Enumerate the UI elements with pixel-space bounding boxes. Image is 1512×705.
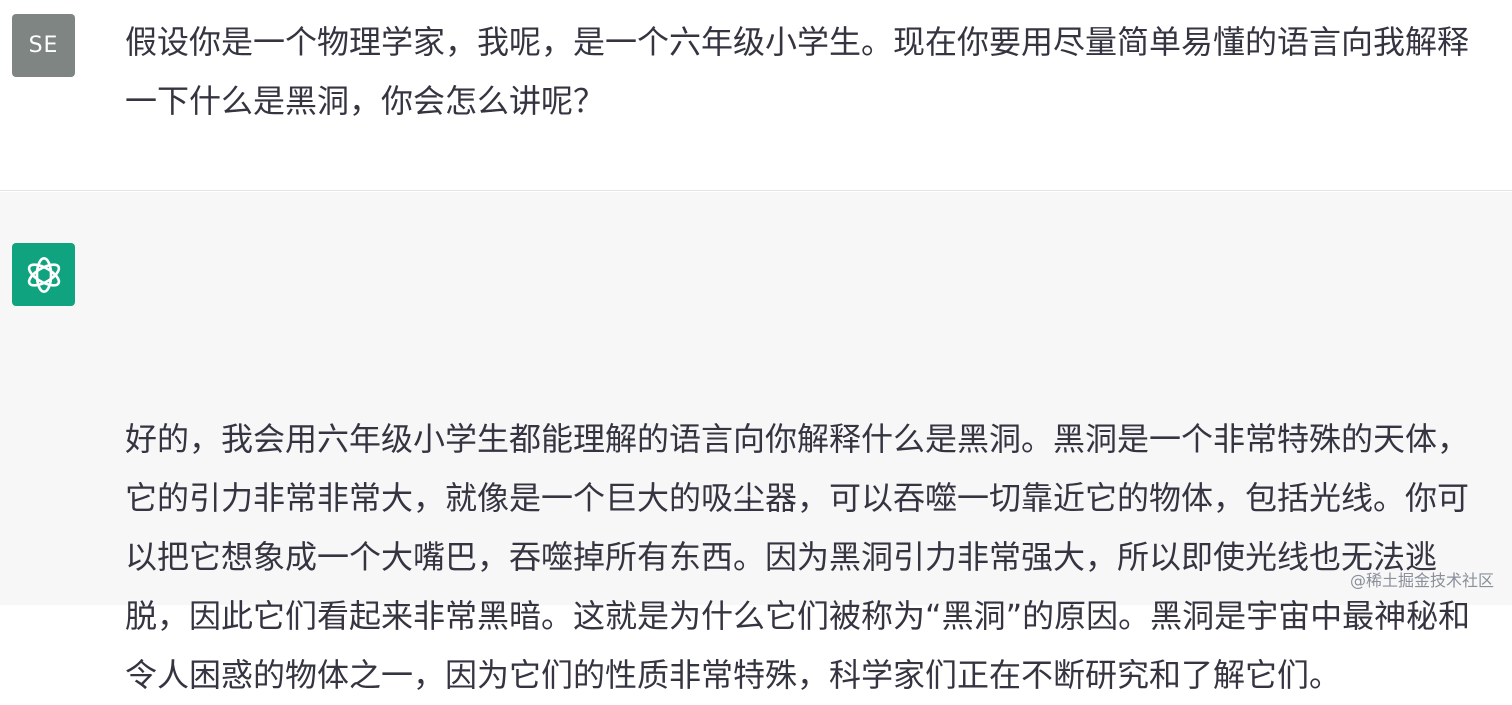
user-message-row: SE 假设你是一个物理学家，我呢，是一个六年级小学生。现在你要用尽量简单易懂的语… [0,0,1512,191]
watermark: @稀土掘金技术社区 [1349,571,1494,590]
user-avatar: SE [12,14,75,77]
assistant-message-row: 好的，我会用六年级小学生都能理解的语言向你解释什么是黑洞。黑洞是一个非常特殊的天… [0,192,1512,694]
assistant-avatar [12,243,75,306]
openai-logo-icon [27,256,60,293]
assistant-message-text: 好的，我会用六年级小学生都能理解的语言向你解释什么是黑洞。黑洞是一个非常特殊的天… [125,420,1471,694]
user-message-text: 假设你是一个物理学家，我呢，是一个六年级小学生。现在你要用尽量简单易懂的语言向我… [125,23,1470,120]
